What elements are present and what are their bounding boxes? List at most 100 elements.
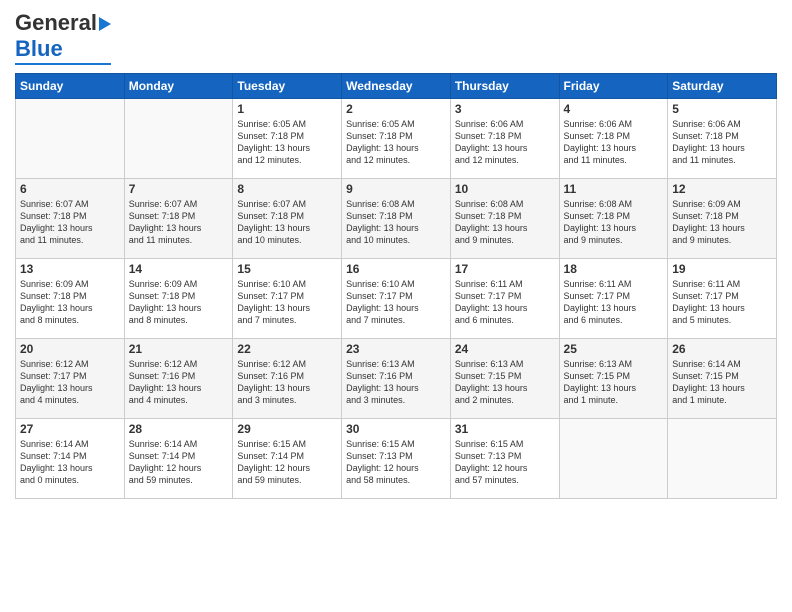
calendar-cell: 14 Sunrise: 6:09 AM Sunset: 7:18 PM Dayli…: [124, 259, 233, 339]
page: General Blue SundayMondayTuesdayWednesda…: [0, 0, 792, 612]
week-row-4: 27 Sunrise: 6:14 AM Sunset: 7:14 PM Dayli…: [16, 419, 777, 499]
calendar-cell: 20 Sunrise: 6:12 AM Sunset: 7:17 PM Dayli…: [16, 339, 125, 419]
day-info: Sunrise: 6:15 AM Sunset: 7:13 PM Dayligh…: [346, 438, 446, 487]
logo: General Blue: [15, 10, 111, 65]
calendar-cell: 27 Sunrise: 6:14 AM Sunset: 7:14 PM Dayli…: [16, 419, 125, 499]
day-number: 5: [672, 102, 772, 116]
day-info: Sunrise: 6:07 AM Sunset: 7:18 PM Dayligh…: [129, 198, 229, 247]
calendar-cell: 7 Sunrise: 6:07 AM Sunset: 7:18 PM Daylig…: [124, 179, 233, 259]
header: General Blue: [15, 10, 777, 65]
day-info: Sunrise: 6:09 AM Sunset: 7:18 PM Dayligh…: [129, 278, 229, 327]
day-info: Sunrise: 6:11 AM Sunset: 7:17 PM Dayligh…: [672, 278, 772, 327]
day-number: 26: [672, 342, 772, 356]
calendar-cell: 19Sunrise: 6:11 AM Sunset: 7:17 PM Dayli…: [668, 259, 777, 339]
calendar-cell: 28Sunrise: 6:14 AM Sunset: 7:14 PM Dayli…: [124, 419, 233, 499]
day-info: Sunrise: 6:13 AM Sunset: 7:15 PM Dayligh…: [564, 358, 664, 407]
calendar-cell: 1 Sunrise: 6:05 AM Sunset: 7:18 PM Daylig…: [233, 99, 342, 179]
day-number: 23: [346, 342, 446, 356]
calendar-cell: 3 Sunrise: 6:06 AM Sunset: 7:18 PM Daylig…: [450, 99, 559, 179]
day-number: 10: [455, 182, 555, 196]
day-info: Sunrise: 6:06 AM Sunset: 7:18 PM Dayligh…: [564, 118, 664, 167]
calendar-cell: 5 Sunrise: 6:06 AM Sunset: 7:18 PM Daylig…: [668, 99, 777, 179]
day-number: 15: [237, 262, 337, 276]
calendar-table: SundayMondayTuesdayWednesdayThursdayFrid…: [15, 73, 777, 499]
calendar-cell: 12Sunrise: 6:09 AM Sunset: 7:18 PM Dayli…: [668, 179, 777, 259]
day-info: Sunrise: 6:09 AM Sunset: 7:18 PM Dayligh…: [20, 278, 120, 327]
day-info: Sunrise: 6:06 AM Sunset: 7:18 PM Dayligh…: [455, 118, 555, 167]
header-wednesday: Wednesday: [342, 74, 451, 99]
day-info: Sunrise: 6:10 AM Sunset: 7:17 PM Dayligh…: [346, 278, 446, 327]
day-number: 8: [237, 182, 337, 196]
logo-blue-word: Blue: [15, 36, 63, 62]
day-info: Sunrise: 6:13 AM Sunset: 7:15 PM Dayligh…: [455, 358, 555, 407]
calendar-cell: 30 Sunrise: 6:15 AM Sunset: 7:13 PM Dayli…: [342, 419, 451, 499]
day-number: 3: [455, 102, 555, 116]
calendar-cell: 9 Sunrise: 6:08 AM Sunset: 7:18 PM Daylig…: [342, 179, 451, 259]
calendar-cell: 4Sunrise: 6:06 AM Sunset: 7:18 PM Daylig…: [559, 99, 668, 179]
day-number: 14: [129, 262, 229, 276]
day-number: 20: [20, 342, 120, 356]
day-number: 25: [564, 342, 664, 356]
header-friday: Friday: [559, 74, 668, 99]
day-number: 31: [455, 422, 555, 436]
week-row-2: 13 Sunrise: 6:09 AM Sunset: 7:18 PM Dayli…: [16, 259, 777, 339]
day-info: Sunrise: 6:12 AM Sunset: 7:17 PM Dayligh…: [20, 358, 120, 407]
day-number: 29: [237, 422, 337, 436]
calendar-cell: 15 Sunrise: 6:10 AM Sunset: 7:17 PM Dayli…: [233, 259, 342, 339]
day-info: Sunrise: 6:07 AM Sunset: 7:18 PM Dayligh…: [20, 198, 120, 247]
day-number: 2: [346, 102, 446, 116]
header-monday: Monday: [124, 74, 233, 99]
calendar-cell: 17 Sunrise: 6:11 AM Sunset: 7:17 PM Dayli…: [450, 259, 559, 339]
calendar-cell: 31Sunrise: 6:15 AM Sunset: 7:13 PM Dayli…: [450, 419, 559, 499]
day-number: 27: [20, 422, 120, 436]
calendar-cell: 23 Sunrise: 6:13 AM Sunset: 7:16 PM Dayli…: [342, 339, 451, 419]
day-info: Sunrise: 6:08 AM Sunset: 7:18 PM Dayligh…: [564, 198, 664, 247]
calendar-cell: [124, 99, 233, 179]
day-number: 18: [564, 262, 664, 276]
day-info: Sunrise: 6:08 AM Sunset: 7:18 PM Dayligh…: [346, 198, 446, 247]
day-info: Sunrise: 6:11 AM Sunset: 7:17 PM Dayligh…: [455, 278, 555, 327]
header-thursday: Thursday: [450, 74, 559, 99]
day-info: Sunrise: 6:13 AM Sunset: 7:16 PM Dayligh…: [346, 358, 446, 407]
day-number: 30: [346, 422, 446, 436]
calendar-cell: 2 Sunrise: 6:05 AM Sunset: 7:18 PM Daylig…: [342, 99, 451, 179]
logo-general: General: [15, 10, 97, 36]
header-tuesday: Tuesday: [233, 74, 342, 99]
calendar-cell: 11Sunrise: 6:08 AM Sunset: 7:18 PM Dayli…: [559, 179, 668, 259]
day-info: Sunrise: 6:06 AM Sunset: 7:18 PM Dayligh…: [672, 118, 772, 167]
day-number: 16: [346, 262, 446, 276]
calendar-cell: [16, 99, 125, 179]
day-number: 7: [129, 182, 229, 196]
day-info: Sunrise: 6:05 AM Sunset: 7:18 PM Dayligh…: [237, 118, 337, 167]
calendar-cell: 26 Sunrise: 6:14 AM Sunset: 7:15 PM Dayli…: [668, 339, 777, 419]
day-info: Sunrise: 6:11 AM Sunset: 7:17 PM Dayligh…: [564, 278, 664, 327]
header-saturday: Saturday: [668, 74, 777, 99]
day-number: 28: [129, 422, 229, 436]
day-info: Sunrise: 6:05 AM Sunset: 7:18 PM Dayligh…: [346, 118, 446, 167]
header-sunday: Sunday: [16, 74, 125, 99]
header-row: SundayMondayTuesdayWednesdayThursdayFrid…: [16, 74, 777, 99]
day-info: Sunrise: 6:12 AM Sunset: 7:16 PM Dayligh…: [237, 358, 337, 407]
day-number: 1: [237, 102, 337, 116]
logo-arrow-icon: [99, 17, 111, 31]
calendar-cell: 6 Sunrise: 6:07 AM Sunset: 7:18 PM Daylig…: [16, 179, 125, 259]
day-info: Sunrise: 6:14 AM Sunset: 7:15 PM Dayligh…: [672, 358, 772, 407]
calendar-cell: 18 Sunrise: 6:11 AM Sunset: 7:17 PM Dayli…: [559, 259, 668, 339]
day-info: Sunrise: 6:07 AM Sunset: 7:18 PM Dayligh…: [237, 198, 337, 247]
day-info: Sunrise: 6:08 AM Sunset: 7:18 PM Dayligh…: [455, 198, 555, 247]
day-number: 17: [455, 262, 555, 276]
day-info: Sunrise: 6:14 AM Sunset: 7:14 PM Dayligh…: [20, 438, 120, 487]
calendar-cell: 8 Sunrise: 6:07 AM Sunset: 7:18 PM Daylig…: [233, 179, 342, 259]
calendar-cell: [559, 419, 668, 499]
day-number: 9: [346, 182, 446, 196]
day-number: 6: [20, 182, 120, 196]
calendar-header: SundayMondayTuesdayWednesdayThursdayFrid…: [16, 74, 777, 99]
day-number: 12: [672, 182, 772, 196]
day-info: Sunrise: 6:15 AM Sunset: 7:14 PM Dayligh…: [237, 438, 337, 487]
calendar-cell: 16 Sunrise: 6:10 AM Sunset: 7:17 PM Dayli…: [342, 259, 451, 339]
calendar-cell: 25 Sunrise: 6:13 AM Sunset: 7:15 PM Dayli…: [559, 339, 668, 419]
calendar-cell: 21Sunrise: 6:12 AM Sunset: 7:16 PM Dayli…: [124, 339, 233, 419]
day-number: 13: [20, 262, 120, 276]
day-info: Sunrise: 6:10 AM Sunset: 7:17 PM Dayligh…: [237, 278, 337, 327]
day-info: Sunrise: 6:12 AM Sunset: 7:16 PM Dayligh…: [129, 358, 229, 407]
